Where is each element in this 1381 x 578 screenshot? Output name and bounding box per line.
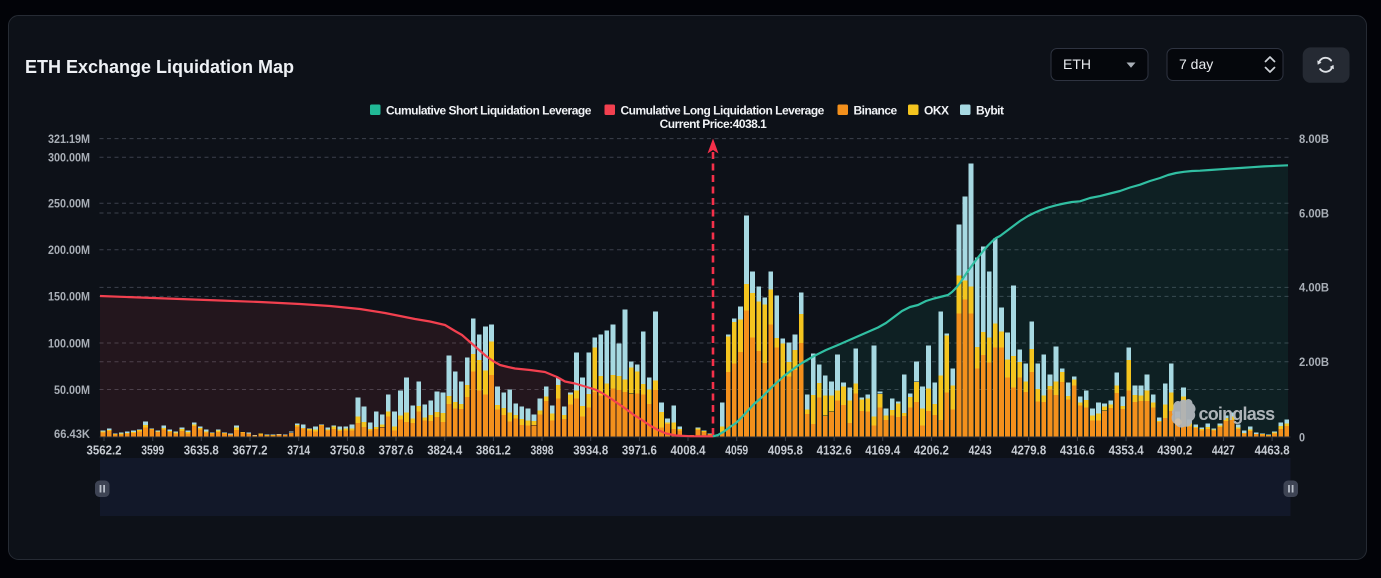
svg-text:50.00M: 50.00M bbox=[54, 383, 90, 397]
svg-text:3714: 3714 bbox=[287, 443, 311, 458]
svg-text:321.19M: 321.19M bbox=[48, 132, 90, 146]
svg-text:8.00B: 8.00B bbox=[1299, 132, 1329, 146]
svg-text:300.00M: 300.00M bbox=[48, 151, 90, 165]
svg-text:100.00M: 100.00M bbox=[48, 336, 90, 350]
svg-text:4206.2: 4206.2 bbox=[914, 443, 949, 458]
svg-text:3599: 3599 bbox=[141, 443, 164, 458]
svg-text:4279.8: 4279.8 bbox=[1011, 443, 1046, 458]
svg-text:0: 0 bbox=[1299, 430, 1305, 444]
svg-text:4353.4: 4353.4 bbox=[1109, 443, 1145, 458]
svg-text:3562.2: 3562.2 bbox=[87, 443, 122, 458]
svg-text:ETH: ETH bbox=[1063, 56, 1091, 72]
svg-text:6.00B: 6.00B bbox=[1299, 206, 1329, 220]
svg-text:200.00M: 200.00M bbox=[48, 243, 90, 257]
svg-text:Current Price:4038.1: Current Price:4038.1 bbox=[660, 117, 768, 131]
svg-text:3635.8: 3635.8 bbox=[184, 443, 219, 458]
svg-text:4132.6: 4132.6 bbox=[817, 443, 852, 458]
svg-text:3787.6: 3787.6 bbox=[379, 443, 414, 458]
svg-text:Bybit: Bybit bbox=[976, 104, 1004, 118]
svg-text:coinglass: coinglass bbox=[1199, 404, 1276, 424]
svg-text:Binance: Binance bbox=[854, 104, 898, 118]
svg-text:4169.4: 4169.4 bbox=[865, 443, 901, 458]
svg-text:150.00M: 150.00M bbox=[48, 290, 90, 304]
svg-text:3861.2: 3861.2 bbox=[476, 443, 511, 458]
svg-text:4095.8: 4095.8 bbox=[768, 443, 803, 458]
svg-text:4390.2: 4390.2 bbox=[1157, 443, 1192, 458]
svg-text:2.00B: 2.00B bbox=[1299, 355, 1329, 369]
svg-text:4243: 4243 bbox=[969, 443, 992, 458]
svg-text:66.43K: 66.43K bbox=[54, 427, 90, 441]
svg-text:4059: 4059 bbox=[725, 443, 748, 458]
svg-text:ETH Exchange Liquidation Map: ETH Exchange Liquidation Map bbox=[25, 57, 294, 77]
svg-text:3898: 3898 bbox=[531, 443, 554, 458]
svg-text:4463.8: 4463.8 bbox=[1255, 443, 1290, 458]
svg-text:4316.6: 4316.6 bbox=[1060, 443, 1095, 458]
svg-text:4008.4: 4008.4 bbox=[671, 443, 707, 458]
svg-text:3971.6: 3971.6 bbox=[622, 443, 657, 458]
svg-text:4427: 4427 bbox=[1212, 443, 1235, 458]
svg-text:3824.4: 3824.4 bbox=[427, 443, 463, 458]
svg-text:Cumulative Short Liquidation L: Cumulative Short Liquidation Leverage bbox=[386, 104, 592, 118]
svg-text:3750.8: 3750.8 bbox=[330, 443, 365, 458]
svg-text:4.00B: 4.00B bbox=[1299, 281, 1329, 295]
svg-text:OKX: OKX bbox=[924, 104, 949, 118]
svg-text:3677.2: 3677.2 bbox=[233, 443, 268, 458]
svg-text:250.00M: 250.00M bbox=[48, 197, 90, 211]
svg-text:Cumulative Long Liquidation Le: Cumulative Long Liquidation Leverage bbox=[621, 104, 825, 118]
svg-text:7 day: 7 day bbox=[1179, 56, 1213, 72]
svg-text:3934.8: 3934.8 bbox=[573, 443, 608, 458]
